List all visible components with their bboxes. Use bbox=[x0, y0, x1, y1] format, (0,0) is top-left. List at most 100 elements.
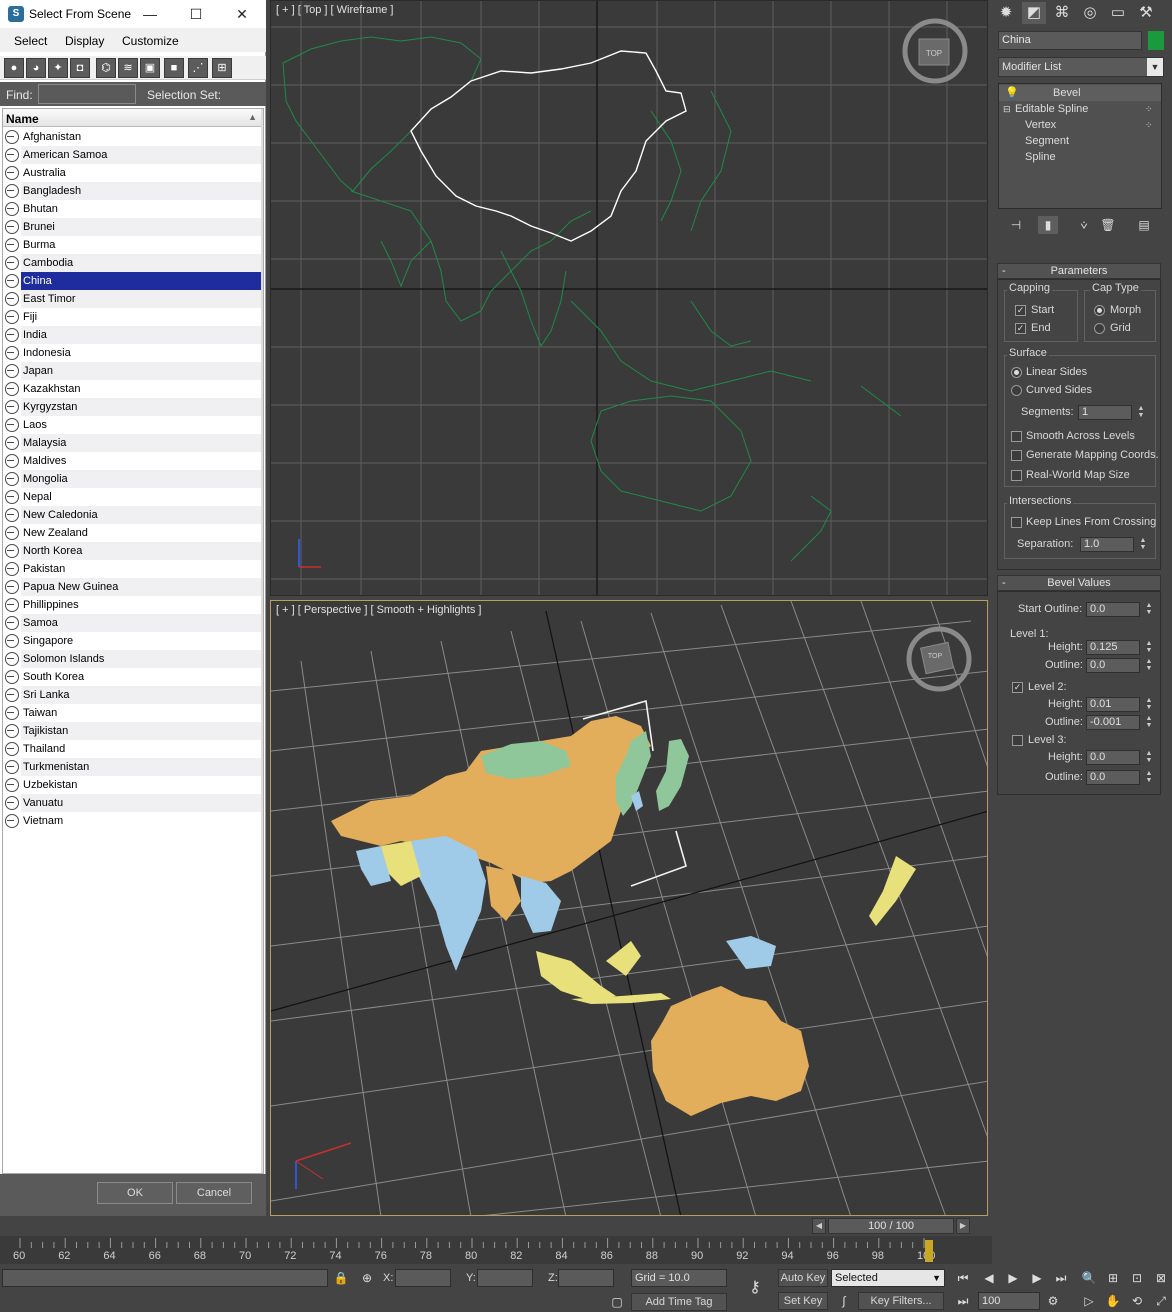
geometry-filter-icon[interactable]: ● bbox=[4, 58, 24, 78]
l1-outline-spinner[interactable]: 0.0 bbox=[1086, 658, 1140, 673]
lock-icon[interactable]: 🔒 bbox=[330, 1269, 352, 1287]
time-prev-icon[interactable]: ◀ bbox=[812, 1218, 826, 1234]
menu-display[interactable]: Display bbox=[65, 34, 104, 48]
y-coord-field[interactable] bbox=[477, 1269, 533, 1287]
list-scrollbar[interactable] bbox=[261, 109, 263, 1173]
object-color-swatch[interactable] bbox=[1148, 31, 1164, 50]
generate-mapping-checkbox[interactable] bbox=[1011, 450, 1022, 461]
current-frame-marker[interactable] bbox=[925, 1240, 933, 1262]
lights-filter-icon[interactable]: ✦ bbox=[48, 58, 68, 78]
list-item[interactable]: Japan bbox=[3, 362, 263, 380]
start-outline-spinner[interactable]: 0.0 bbox=[1086, 602, 1140, 617]
spacewarps-filter-icon[interactable]: ≋ bbox=[118, 58, 138, 78]
list-item[interactable]: Nepal bbox=[3, 488, 263, 506]
goto-start-icon[interactable]: ⏮ bbox=[952, 1269, 974, 1287]
list-item[interactable]: Pakistan bbox=[3, 560, 263, 578]
find-input[interactable] bbox=[38, 84, 136, 104]
key-icon[interactable]: ⚷ bbox=[740, 1279, 770, 1297]
separation-spinner[interactable]: 1.0 bbox=[1080, 537, 1134, 552]
list-item[interactable]: Phillippines bbox=[3, 596, 263, 614]
stack-item-editable-spline[interactable]: ⊟ Editable Spline ⁘ bbox=[999, 101, 1161, 117]
start-checkbox[interactable]: ✓ bbox=[1015, 305, 1026, 316]
list-item[interactable]: China bbox=[3, 272, 263, 290]
list-item[interactable]: South Korea bbox=[3, 668, 263, 686]
l1-outline-arrows-icon[interactable]: ▲ ▼ bbox=[1144, 658, 1154, 673]
list-item[interactable]: Papua New Guinea bbox=[3, 578, 263, 596]
next-frame-icon[interactable]: ▶ bbox=[1026, 1269, 1048, 1287]
list-item[interactable]: Solomon Islands bbox=[3, 650, 263, 668]
list-item[interactable]: Malaysia bbox=[3, 434, 263, 452]
list-item[interactable]: Brunei bbox=[3, 218, 263, 236]
list-item[interactable]: Tajikistan bbox=[3, 722, 263, 740]
prev-frame-icon[interactable]: ◀ bbox=[978, 1269, 1000, 1287]
goto-end-icon[interactable]: ⏭ bbox=[1050, 1269, 1072, 1287]
list-item[interactable]: Maldives bbox=[3, 452, 263, 470]
list-item[interactable]: Kazakhstan bbox=[3, 380, 263, 398]
cameras-filter-icon[interactable]: ◘ bbox=[70, 58, 90, 78]
fov-icon[interactable]: ▷ bbox=[1078, 1292, 1100, 1310]
linear-sides-radio[interactable] bbox=[1011, 367, 1022, 378]
list-item[interactable]: Singapore bbox=[3, 632, 263, 650]
list-item[interactable]: Kyrgyzstan bbox=[3, 398, 263, 416]
time-config-icon[interactable]: ⚙ bbox=[1042, 1292, 1064, 1310]
stack-item-bevel[interactable]: 💡 Bevel bbox=[999, 85, 1161, 101]
menu-select[interactable]: Select bbox=[14, 34, 47, 48]
set-key-button[interactable]: Set Key bbox=[778, 1292, 828, 1310]
stack-item-vertex[interactable]: Vertex ⁘ bbox=[999, 117, 1161, 133]
z-coord-field[interactable] bbox=[558, 1269, 614, 1287]
ok-button[interactable]: OK bbox=[97, 1182, 173, 1204]
stack-item-spline[interactable]: Spline bbox=[999, 149, 1161, 165]
list-item[interactable]: Fiji bbox=[3, 308, 263, 326]
play-icon[interactable]: ▶ bbox=[1002, 1269, 1024, 1287]
groups-filter-icon[interactable]: ▣ bbox=[140, 58, 160, 78]
list-item[interactable]: Afghanistan bbox=[3, 128, 263, 146]
zoom-all-icon[interactable]: ⊞ bbox=[1102, 1269, 1124, 1287]
x-coord-field[interactable] bbox=[395, 1269, 451, 1287]
list-item[interactable]: Bhutan bbox=[3, 200, 263, 218]
lightbulb-icon[interactable]: 💡 bbox=[1005, 85, 1019, 101]
key-mode-dropdown[interactable]: Selected ▼ bbox=[831, 1269, 945, 1287]
configure-sets-icon[interactable]: ▤ bbox=[1134, 216, 1154, 234]
segments-spinner-arrows-icon[interactable]: ▲ ▼ bbox=[1136, 405, 1146, 420]
list-item[interactable]: India bbox=[3, 326, 263, 344]
key-mode-toggle-icon[interactable]: ⏭ bbox=[952, 1292, 974, 1310]
list-item[interactable]: Taiwan bbox=[3, 704, 263, 722]
l3-height-arrows-icon[interactable]: ▲ ▼ bbox=[1144, 750, 1154, 765]
current-frame-field[interactable]: 100 bbox=[978, 1292, 1040, 1310]
l2-height-spinner[interactable]: 0.01 bbox=[1086, 697, 1140, 712]
pan-icon[interactable]: ✋ bbox=[1102, 1292, 1124, 1310]
keep-lines-checkbox[interactable] bbox=[1011, 517, 1022, 528]
top-viewcube[interactable]: TOP bbox=[902, 18, 968, 84]
l3-outline-spinner[interactable]: 0.0 bbox=[1086, 770, 1140, 785]
list-item[interactable]: Burma bbox=[3, 236, 263, 254]
hierarchy-tab-icon[interactable]: ⌘ bbox=[1050, 2, 1074, 24]
level3-checkbox[interactable] bbox=[1012, 735, 1023, 746]
list-item[interactable]: Thailand bbox=[3, 740, 263, 758]
time-slider-value[interactable]: 100 / 100 bbox=[828, 1218, 954, 1234]
modifier-list-dropdown[interactable]: Modifier List ▼ bbox=[998, 57, 1164, 77]
l2-height-arrows-icon[interactable]: ▲ ▼ bbox=[1144, 697, 1154, 712]
list-item[interactable]: Sri Lanka bbox=[3, 686, 263, 704]
list-item[interactable]: Australia bbox=[3, 164, 263, 182]
list-item[interactable]: Vietnam bbox=[3, 812, 263, 830]
curved-sides-radio[interactable] bbox=[1011, 385, 1022, 396]
bevel-values-rollout-header[interactable]: - Bevel Values bbox=[997, 575, 1161, 591]
grid-radio[interactable] bbox=[1094, 323, 1105, 334]
auto-key-button[interactable]: Auto Key bbox=[778, 1269, 828, 1287]
l3-height-spinner[interactable]: 0.0 bbox=[1086, 750, 1140, 765]
l1-height-arrows-icon[interactable]: ▲ ▼ bbox=[1144, 640, 1154, 655]
level2-checkbox[interactable]: ✓ bbox=[1012, 682, 1023, 693]
l3-outline-arrows-icon[interactable]: ▲ ▼ bbox=[1144, 770, 1154, 785]
shapes-filter-icon[interactable]: ◕ bbox=[26, 58, 46, 78]
maximize-icon[interactable]: ☐ bbox=[186, 4, 206, 24]
object-name-field[interactable]: China bbox=[998, 31, 1142, 50]
list-item[interactable]: Bangladesh bbox=[3, 182, 263, 200]
bones-filter-icon[interactable]: ⋰ bbox=[188, 58, 208, 78]
time-next-icon[interactable]: ▶ bbox=[956, 1218, 970, 1234]
zoom-extents-all-icon[interactable]: ⊠ bbox=[1150, 1269, 1172, 1287]
real-world-checkbox[interactable] bbox=[1011, 470, 1022, 481]
minimize-icon[interactable]: — bbox=[140, 4, 160, 24]
top-viewport[interactable]: TOP [ + ] [ Top ] [ Wireframe ] bbox=[270, 0, 988, 596]
list-item[interactable]: Uzbekistan bbox=[3, 776, 263, 794]
helpers-filter-icon[interactable]: ⌬ bbox=[96, 58, 116, 78]
